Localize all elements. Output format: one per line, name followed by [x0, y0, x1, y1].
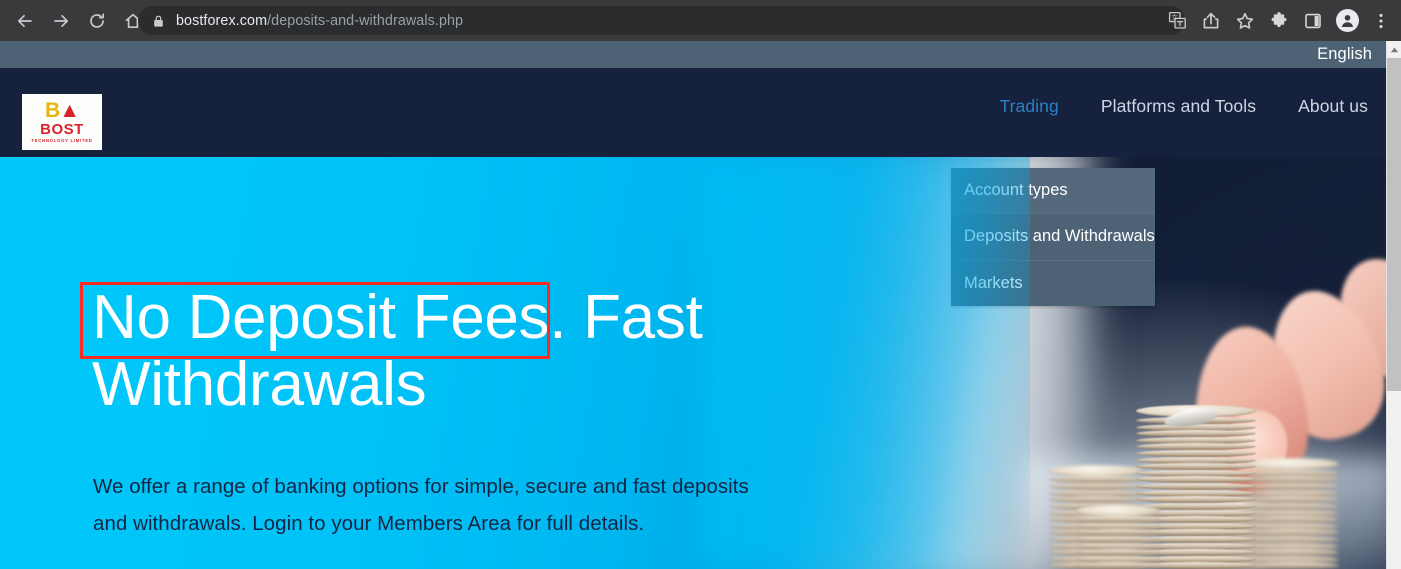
scrollbar-up-arrow[interactable]	[1387, 41, 1401, 58]
url-path: /deposits-and-withdrawals.php	[267, 12, 464, 29]
browser-toolbar: bostforex.com/deposits-and-withdrawals.p…	[0, 0, 1401, 41]
chevron-up-icon	[1390, 47, 1399, 52]
address-bar[interactable]: bostforex.com/deposits-and-withdrawals.p…	[138, 6, 1185, 35]
hero-title: No Deposit Fees. Fast Withdrawals	[92, 283, 792, 419]
coin-stack-right	[1243, 458, 1339, 569]
three-dot-menu-icon[interactable]	[1365, 5, 1397, 37]
logo-mark-icon: B▲	[45, 98, 80, 122]
profile-avatar-icon[interactable]	[1331, 5, 1363, 37]
url-host: bostforex.com	[176, 12, 268, 29]
reload-icon	[90, 12, 105, 28]
avatar	[1335, 9, 1359, 32]
back-arrow-icon	[17, 14, 32, 27]
logo-subtitle: TECHNOLOGY LIMITED	[31, 138, 93, 144]
web-page: English Trading Platforms and Tools Abou…	[0, 41, 1386, 569]
reload-button[interactable]	[80, 4, 114, 38]
page-viewport: English Trading Platforms and Tools Abou…	[0, 41, 1401, 569]
coin-stack-front-left	[1076, 504, 1160, 569]
forward-button[interactable]	[44, 4, 78, 38]
bookmark-star-icon[interactable]	[1229, 5, 1261, 37]
nav-item-about-us[interactable]: About us	[1298, 96, 1368, 117]
logo-wordmark: BOST	[40, 120, 84, 138]
side-panel-icon[interactable]	[1297, 5, 1329, 37]
lock-icon	[152, 14, 165, 28]
language-bar: English	[0, 41, 1386, 68]
share-icon[interactable]	[1195, 5, 1227, 37]
main-navigation: Trading Platforms and Tools About us	[999, 96, 1368, 117]
language-selector[interactable]: English	[1317, 45, 1386, 64]
nav-item-trading[interactable]: Trading	[999, 96, 1058, 117]
hero-title-highlight: No Deposit Fees.	[92, 283, 567, 352]
forward-arrow-icon	[54, 14, 69, 27]
back-button[interactable]	[8, 4, 42, 38]
nav-item-platforms-and-tools[interactable]: Platforms and Tools	[1101, 96, 1256, 117]
scrollbar-thumb[interactable]	[1387, 58, 1401, 391]
site-header: Trading Platforms and Tools About us	[0, 68, 1386, 157]
hero-paragraph: We offer a range of banking options for …	[93, 475, 749, 536]
navigation-buttons	[0, 4, 150, 38]
site-logo[interactable]: B▲ BOST TECHNOLOGY LIMITED	[22, 94, 102, 150]
extensions-puzzle-icon[interactable]	[1263, 5, 1295, 37]
toolbar-actions: 文	[1161, 0, 1397, 41]
page-scrollbar[interactable]	[1386, 41, 1401, 569]
url-text: bostforex.com/deposits-and-withdrawals.p…	[176, 13, 463, 29]
translate-icon[interactable]: 文	[1161, 5, 1193, 37]
